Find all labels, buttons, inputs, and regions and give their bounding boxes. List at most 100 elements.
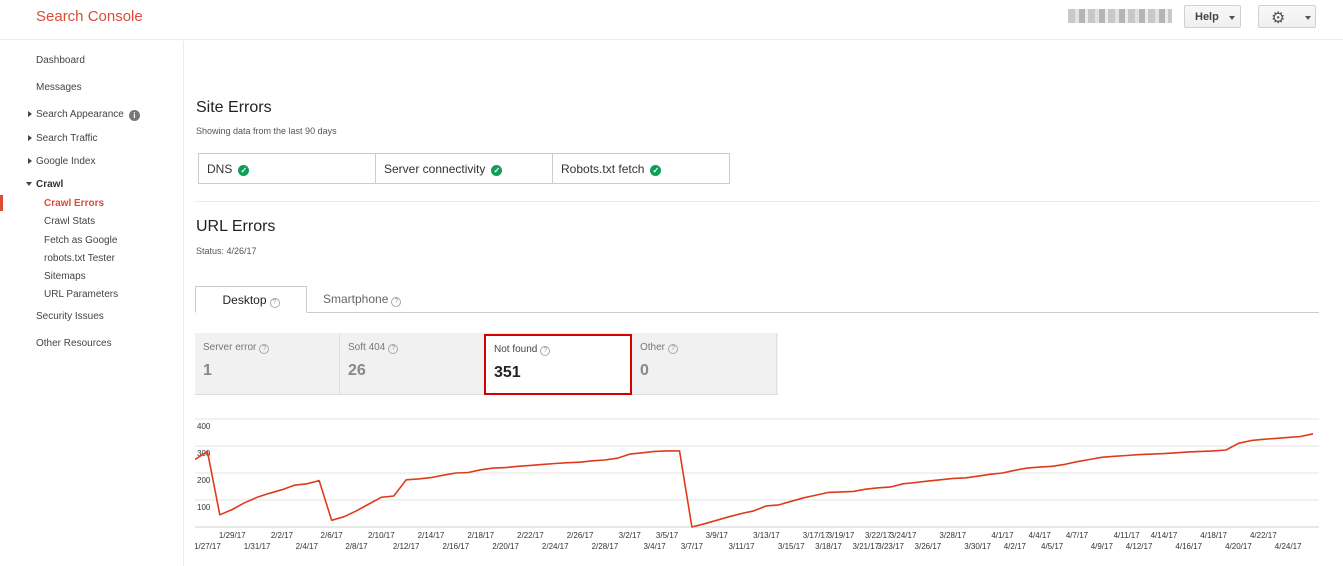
metric-not-found[interactable]: Not found? 351	[484, 334, 632, 395]
sidebar-item-url-parameters[interactable]: URL Parameters	[44, 289, 118, 300]
x-tick-label: 2/4/17	[296, 542, 319, 551]
series-line-not-found	[195, 433, 1314, 528]
check-server-connectivity[interactable]: Server connectivity ✓	[376, 154, 553, 183]
sidebar-item-security-issues[interactable]: Security Issues	[36, 311, 104, 322]
x-tick-label: 4/2/17	[1004, 542, 1027, 551]
x-tick-label: 4/5/17	[1041, 542, 1064, 551]
chevron-right-icon	[28, 158, 32, 164]
sidebar-item-crawl[interactable]: Crawl	[26, 179, 64, 190]
help-button[interactable]: Help	[1184, 5, 1241, 28]
help-button-label: Help	[1195, 11, 1219, 23]
tab-smartphone[interactable]: Smartphone?	[323, 286, 402, 313]
not-found-chart[interactable]: 1002003004001/29/17 2/2/17 2/6/17 2/10/17 2/…	[195, 410, 1319, 556]
help-circle-icon[interactable]: ?	[388, 344, 399, 354]
tab-label: Smartphone	[323, 292, 389, 306]
metric-server-error[interactable]: Server error? 1	[195, 333, 340, 395]
x-tick-label: 3/22/17	[865, 531, 892, 540]
check-circle-icon: ✓	[650, 165, 662, 176]
x-tick-label: 4/14/17	[1151, 531, 1178, 540]
x-tick-label: 3/18/17	[815, 542, 842, 551]
x-tick-label: 3/30/17	[964, 542, 991, 551]
sidebar-item-dashboard[interactable]: Dashboard	[36, 55, 85, 66]
chevron-right-icon	[28, 111, 32, 117]
x-tick-label: 4/11/17	[1114, 531, 1141, 540]
gear-icon: ⚙	[1271, 10, 1286, 27]
help-circle-icon[interactable]: ?	[391, 297, 402, 307]
sidebar-item-label: Search Traffic	[36, 133, 98, 144]
x-tick-label: 4/22/17	[1250, 531, 1277, 540]
site-errors-table: DNS ✓ Server connectivity ✓ Robots.txt fet…	[198, 153, 730, 184]
metric-value: 351	[494, 364, 521, 381]
x-tick-label: 2/26/17	[567, 531, 594, 540]
check-label: Robots.txt fetch	[561, 162, 645, 176]
top-bar: Search Console Help ⚙	[0, 0, 1343, 40]
metric-value: 26	[348, 362, 366, 379]
x-tick-label: 3/5/17	[656, 531, 679, 540]
active-item-indicator	[0, 195, 3, 211]
sidebar-item-google-index[interactable]: Google Index	[28, 156, 96, 167]
x-tick-label: 3/7/17	[681, 542, 704, 551]
help-circle-icon[interactable]: ?	[259, 344, 270, 354]
x-tick-label: 2/24/17	[542, 542, 569, 551]
x-tick-label: 3/26/17	[915, 542, 942, 551]
sidebar-item-fetch-as-google[interactable]: Fetch as Google	[44, 235, 117, 246]
info-icon[interactable]: i	[128, 110, 140, 121]
sidebar-item-other-resources[interactable]: Other Resources	[36, 338, 112, 349]
x-tick-label: 3/17/17	[803, 531, 830, 540]
x-tick-label: 4/7/17	[1066, 531, 1089, 540]
tab-desktop[interactable]: Desktop?	[195, 286, 307, 313]
x-tick-label: 2/8/17	[345, 542, 368, 551]
x-tick-label: 2/22/17	[517, 531, 544, 540]
x-tick-label: 2/12/17	[393, 542, 420, 551]
x-tick-label: 4/20/17	[1225, 542, 1252, 551]
account-name-redacted[interactable]	[1068, 9, 1172, 23]
x-tick-label: 2/2/17	[271, 531, 294, 540]
x-tick-label: 3/9/17	[706, 531, 729, 540]
metric-label: Server error	[203, 342, 257, 353]
sidebar-item-label: Crawl	[36, 179, 64, 190]
sidebar-item-label: Search Appearance	[36, 109, 124, 120]
metric-other[interactable]: Other? 0	[632, 333, 777, 395]
help-circle-icon[interactable]: ?	[668, 344, 679, 354]
help-circle-icon[interactable]: ?	[540, 346, 551, 356]
x-tick-label: 4/9/17	[1091, 542, 1114, 551]
sidebar-item-sitemaps[interactable]: Sitemaps	[44, 271, 86, 282]
x-tick-label: 3/2/17	[619, 531, 642, 540]
sidebar-item-search-traffic[interactable]: Search Traffic	[28, 133, 98, 144]
y-tick-label: 200	[197, 476, 211, 485]
x-tick-label: 4/4/17	[1029, 531, 1052, 540]
site-errors-subtitle: Showing data from the last 90 days	[196, 126, 337, 136]
check-label: DNS	[207, 162, 233, 176]
x-tick-label: 2/20/17	[492, 542, 519, 551]
check-robots-fetch[interactable]: Robots.txt fetch ✓	[553, 154, 729, 183]
metric-label: Not found	[494, 344, 538, 355]
sidebar-item-label: Google Index	[36, 156, 96, 167]
metric-label: Soft 404	[348, 342, 386, 353]
metric-soft-404[interactable]: Soft 404? 26	[340, 333, 485, 395]
url-errors-title: URL Errors	[196, 218, 276, 235]
x-tick-label: 2/6/17	[321, 531, 344, 540]
tab-label: Desktop	[222, 293, 267, 307]
check-circle-icon: ✓	[238, 165, 250, 176]
x-tick-label: 4/16/17	[1175, 542, 1202, 551]
x-tick-label: 2/16/17	[443, 542, 470, 551]
x-tick-label: 1/31/17	[244, 542, 271, 551]
sidebar-item-search-appearance[interactable]: Search Appearance i	[28, 109, 140, 121]
sidebar-item-robots-tester[interactable]: robots.txt Tester	[44, 253, 115, 264]
app-title[interactable]: Search Console	[36, 8, 143, 25]
sidebar: Dashboard Messages Search Appearance i Se…	[0, 41, 184, 566]
x-tick-label: 4/1/17	[991, 531, 1014, 540]
settings-button[interactable]: ⚙	[1258, 5, 1316, 28]
chevron-down-icon	[1305, 16, 1311, 20]
url-errors-status: Status: 4/26/17	[196, 246, 257, 256]
help-circle-icon[interactable]: ?	[269, 298, 280, 308]
sidebar-item-crawl-errors[interactable]: Crawl Errors	[44, 198, 104, 209]
x-tick-label: 2/14/17	[418, 531, 445, 540]
x-tick-label: 2/28/17	[592, 542, 619, 551]
metric-value: 1	[203, 362, 212, 379]
x-tick-label: 1/27/17	[195, 542, 221, 551]
sidebar-item-crawl-stats[interactable]: Crawl Stats	[44, 216, 95, 227]
check-dns[interactable]: DNS ✓	[199, 154, 376, 183]
x-tick-label: 3/11/17	[729, 542, 756, 551]
sidebar-item-messages[interactable]: Messages	[36, 82, 82, 93]
